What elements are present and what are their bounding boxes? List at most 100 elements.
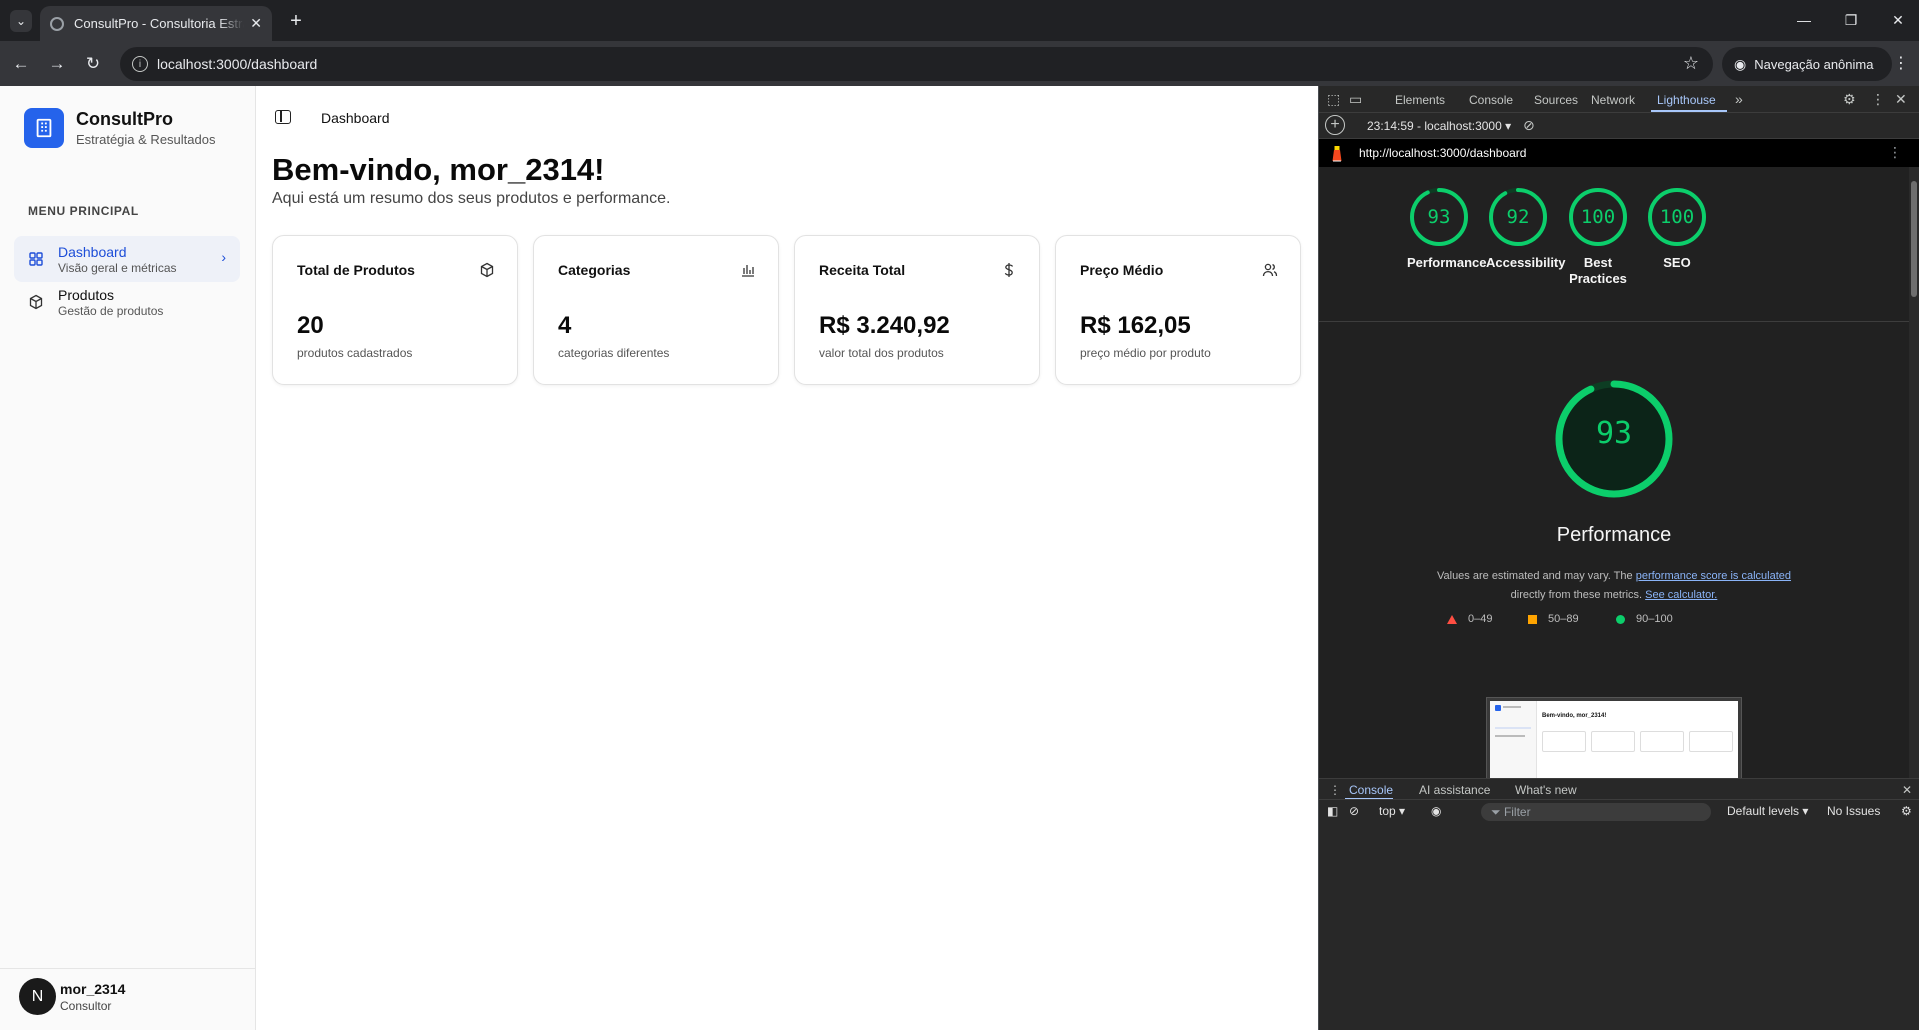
new-report-plus-icon[interactable]: + [1325,115,1345,135]
sidebar-item-dashboard[interactable]: Dashboard Visão geral e métricas › [14,236,240,282]
incognito-label: Navegação anônima [1754,56,1874,72]
sidebar-item-produtos[interactable]: Produtos Gestão de produtos [14,279,240,325]
gauge-label: Accessibility [1486,255,1566,270]
card-title: Categorias [558,262,631,278]
gauge-best-practices[interactable]: 100 Best Practices [1566,187,1630,287]
report-selector[interactable]: 23:14:59 - localhost:3000 ▾ [1367,119,1511,133]
console-filter-input[interactable]: ⏷ Filter [1481,803,1711,821]
device-toolbar-icon[interactable]: ▭ [1349,91,1362,108]
drawer-tab-bar: ⋮ Console AI assistance What's new ✕ [1319,778,1919,800]
legend-pass: 90–100 [1616,613,1673,625]
page-title: Bem-vindo, mor_2314! [272,152,605,187]
gear-icon[interactable]: ⚙ [1901,804,1912,818]
browser-menu-icon[interactable]: ⋮ [1893,53,1909,73]
incognito-icon: ◉ [1734,55,1747,72]
log-levels-label: Default levels [1727,804,1800,818]
sidebar-toggle-icon[interactable]: ◧ [1327,804,1338,818]
issues-counter[interactable]: No Issues [1827,804,1880,818]
package-icon [480,262,494,278]
inspect-element-icon[interactable]: ⬚ [1327,91,1340,108]
new-tab-button[interactable]: + [284,9,308,33]
user-profile[interactable]: N mor_2314 Consultor [0,968,256,1030]
tab-elements[interactable]: Elements [1395,93,1445,107]
devtools-tab-bar: ⬚ ▭ Elements Console Sources Network Lig… [1319,86,1919,113]
report-url: http://localhost:3000/dashboard [1359,146,1527,160]
minimize-button[interactable]: — [1789,8,1819,32]
card-title: Preço Médio [1080,262,1164,278]
legend-average: 50–89 [1528,613,1579,625]
bookmark-star-icon[interactable]: ☆ [1683,53,1699,74]
clear-icon[interactable]: ⊘ [1523,117,1535,134]
tab-network[interactable]: Network [1591,93,1635,107]
brand-name: ConsultPro [76,109,173,129]
browser-tab[interactable]: ConsultPro - Consultoria Estratégica ✕ [40,6,272,41]
sidebar-item-sublabel: Gestão de produtos [58,303,164,318]
user-name: mor_2314 [60,981,126,997]
reload-icon[interactable]: ↻ [80,51,106,77]
site-info-icon[interactable]: i [132,56,148,72]
card-value: 20 [297,312,324,339]
card-value: 4 [558,312,572,339]
sidebar-item-sublabel: Visão geral e métricas [58,260,177,275]
close-icon[interactable]: ✕ [250,15,262,32]
more-tabs-icon[interactable]: » [1735,91,1743,107]
drawer-tab-whats-new[interactable]: What's new [1515,783,1577,797]
card-caption: produtos cadastrados [297,346,413,360]
page-screenshot-thumbnail[interactable]: Bem-vindo, mor_2314! [1487,698,1741,778]
menu-section-label: MENU PRINCIPAL [28,204,139,218]
restore-button[interactable]: ❐ [1836,8,1866,32]
stat-card-preco-medio: Preço Médio R$ 162,05 preço médio por pr… [1055,235,1301,385]
back-arrow-icon[interactable]: ← [8,51,34,77]
console-output[interactable] [1319,823,1919,1030]
log-levels-dropdown[interactable]: Default levels ▾ [1727,804,1808,818]
drawer-menu-icon[interactable]: ⋮ [1329,783,1341,797]
legend-label: 90–100 [1636,613,1673,625]
clear-console-icon[interactable]: ⊘ [1349,804,1359,818]
brand: ConsultPro Estratégia & Resultados [24,108,215,148]
performance-title: Performance [1556,524,1672,546]
stat-card-categorias: Categorias 4 categorias diferentes [533,235,779,385]
incognito-indicator[interactable]: ◉ Navegação anônima [1722,47,1892,81]
context-selector[interactable]: top ▾ [1379,804,1405,818]
url-text[interactable]: localhost:3000/dashboard [157,56,317,72]
user-role: Consultor [60,999,112,1013]
divider [1319,321,1909,322]
tab-sources[interactable]: Sources [1534,93,1578,107]
circle-icon [1616,614,1625,624]
stat-card-total-produtos: Total de Produtos 20 produtos cadastrado… [272,235,518,385]
close-window-button[interactable]: ✕ [1883,8,1913,32]
see-calculator-link[interactable]: See calculator. [1645,589,1717,601]
app-page: ConsultPro Estratégia & Resultados MENU … [0,86,1318,1030]
drawer-tab-ai-assistance[interactable]: AI assistance [1419,783,1490,797]
breadcrumb: Dashboard [321,110,390,126]
triangle-icon [1447,614,1457,624]
devtools-menu-icon[interactable]: ⋮ [1871,91,1885,108]
card-title: Total de Produtos [297,262,415,278]
close-icon[interactable]: ✕ [1902,783,1912,797]
forward-arrow-icon[interactable]: → [44,51,70,77]
sidebar-toggle-icon[interactable] [275,110,291,124]
tab-search-button[interactable]: ⌄ [10,10,32,32]
close-icon[interactable]: ✕ [1895,91,1907,108]
drawer-tab-console[interactable]: Console [1349,783,1393,797]
lighthouse-logo-icon [1332,146,1342,162]
gauge-accessibility[interactable]: 92 Accessibility [1486,187,1566,271]
gear-icon[interactable]: ⚙ [1843,91,1856,108]
avatar[interactable]: N [19,978,56,1015]
gauge-seo[interactable]: 100 SEO [1645,187,1709,271]
eye-icon[interactable]: ◉ [1431,804,1441,818]
tab-console[interactable]: Console [1469,93,1513,107]
legend-label: 50–89 [1548,613,1579,625]
console-toolbar: ◧ ⊘ top ▾ ◉ ⏷ Filter Default levels ▾ No… [1319,799,1919,823]
card-value: R$ 3.240,92 [819,312,950,339]
tab-lighthouse[interactable]: Lighthouse [1657,93,1716,107]
address-bar[interactable]: i localhost:3000/dashboard ☆ [120,47,1713,81]
gauge-performance[interactable]: 93 Performance [1407,187,1487,271]
report-menu-icon[interactable]: ⋮ [1888,144,1902,161]
gauge-label: Performance [1407,255,1487,270]
stat-card-receita-total: Receita Total R$ 3.240,92 valor total do… [794,235,1040,385]
performance-score-link[interactable]: performance score is calculated [1636,570,1791,582]
card-value: R$ 162,05 [1080,312,1191,339]
browser-window: ⌄ ConsultPro - Consultoria Estratégica ✕… [0,0,1919,1030]
report-scrollbar[interactable] [1909,167,1919,778]
